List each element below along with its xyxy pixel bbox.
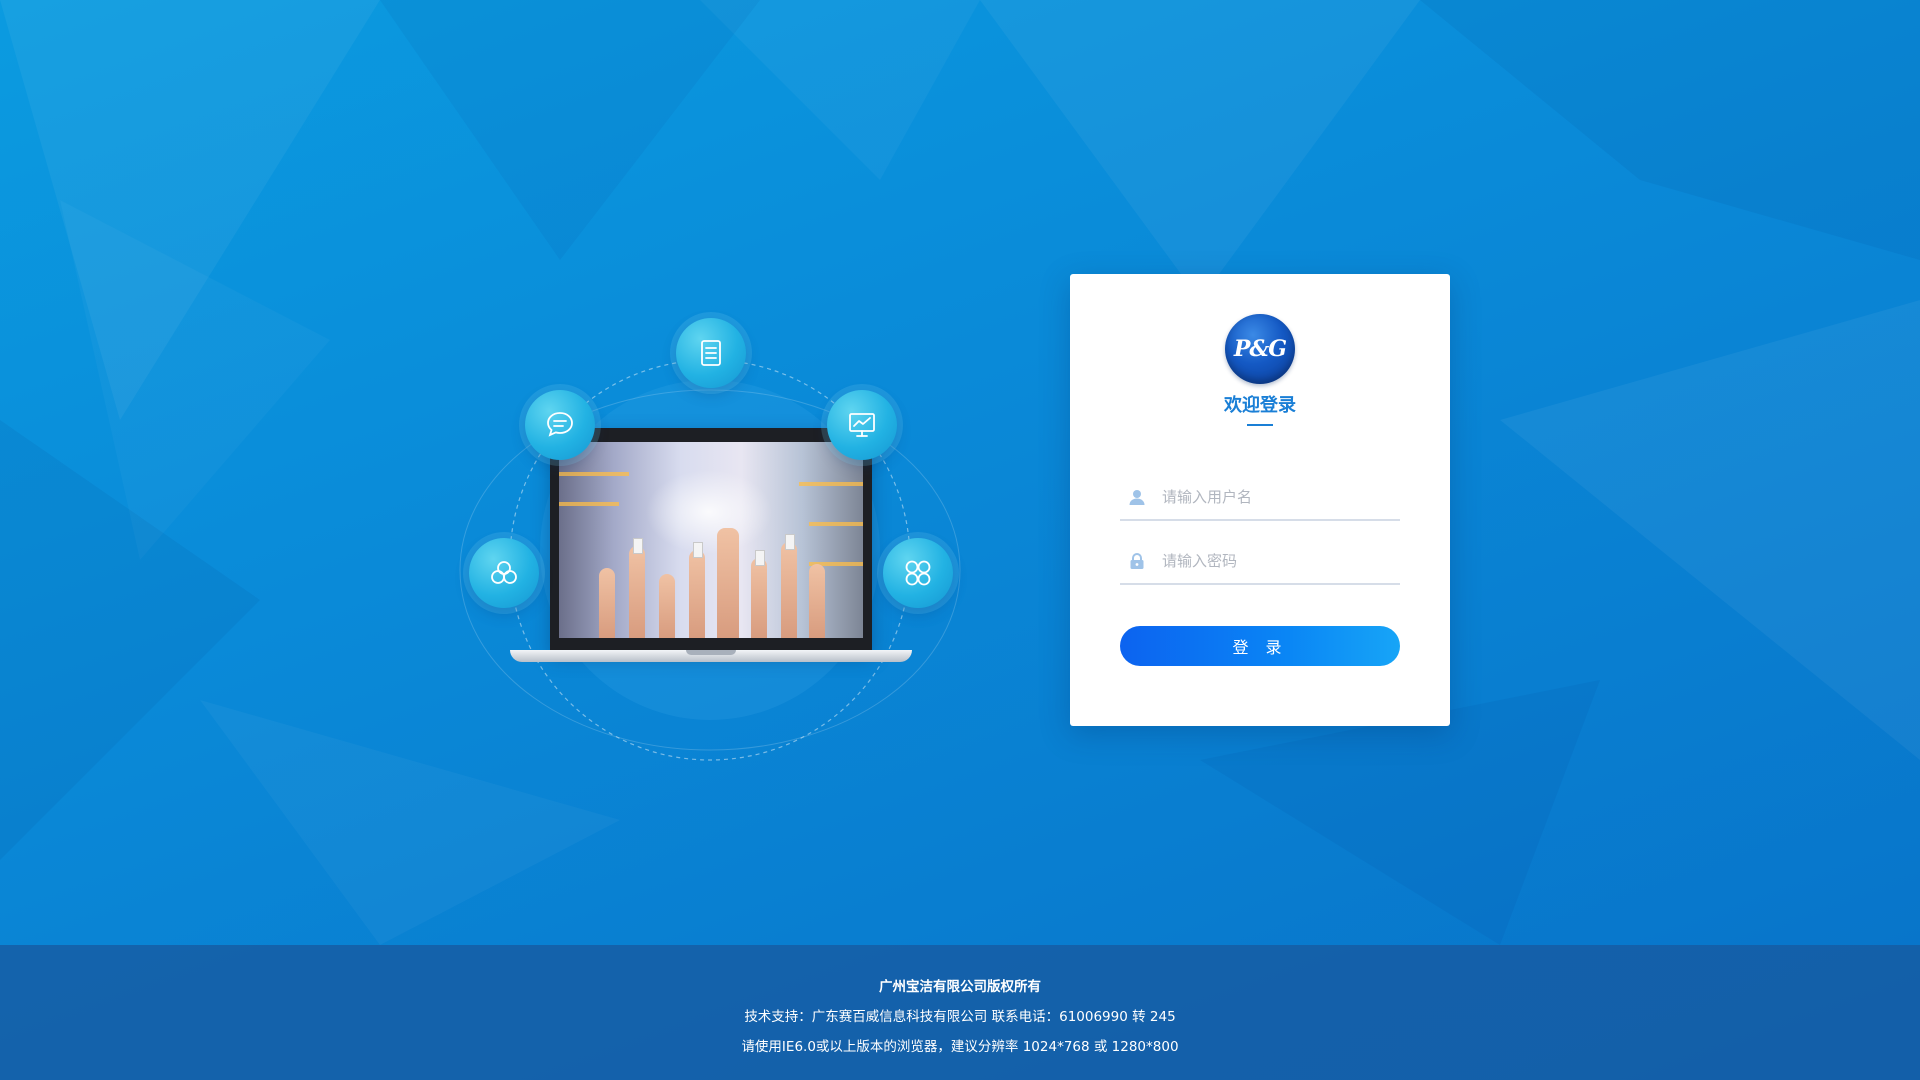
pg-logo: P&G <box>1225 314 1295 384</box>
username-input[interactable] <box>1160 487 1394 507</box>
footer-support: 技术支持：广东赛百威信息科技有限公司 联系电话：61006990 转 245 <box>744 1009 1176 1025</box>
logo-text: P&G <box>1233 336 1287 362</box>
laptop-screen-photo <box>559 442 863 638</box>
monitor-chart-icon <box>827 390 897 460</box>
password-input[interactable] <box>1160 551 1394 571</box>
grid-icon <box>883 538 953 608</box>
login-title: 欢迎登录 <box>1224 395 1296 416</box>
laptop-image <box>510 428 912 666</box>
lock-icon <box>1120 552 1154 570</box>
title-underline <box>1247 424 1273 426</box>
chat-icon <box>525 390 595 460</box>
login-button[interactable]: 登 录 <box>1120 626 1400 666</box>
footer: 广州宝洁有限公司版权所有 技术支持：广东赛百威信息科技有限公司 联系电话：610… <box>0 945 1920 1080</box>
user-icon <box>1120 488 1154 506</box>
circles-icon <box>469 538 539 608</box>
footer-copyright: 广州宝洁有限公司版权所有 <box>879 979 1041 995</box>
footer-browser-note: 请使用IE6.0或以上版本的浏览器，建议分辨率 1024*768 或 1280*… <box>741 1039 1179 1055</box>
document-icon <box>676 318 746 388</box>
password-field <box>1120 539 1400 585</box>
hero-illustration <box>440 300 1000 800</box>
username-field <box>1120 475 1400 521</box>
login-page: P&G 欢迎登录 登 录 广州宝洁有限公司版权所有 技术支持：广东赛 <box>0 0 1920 1080</box>
